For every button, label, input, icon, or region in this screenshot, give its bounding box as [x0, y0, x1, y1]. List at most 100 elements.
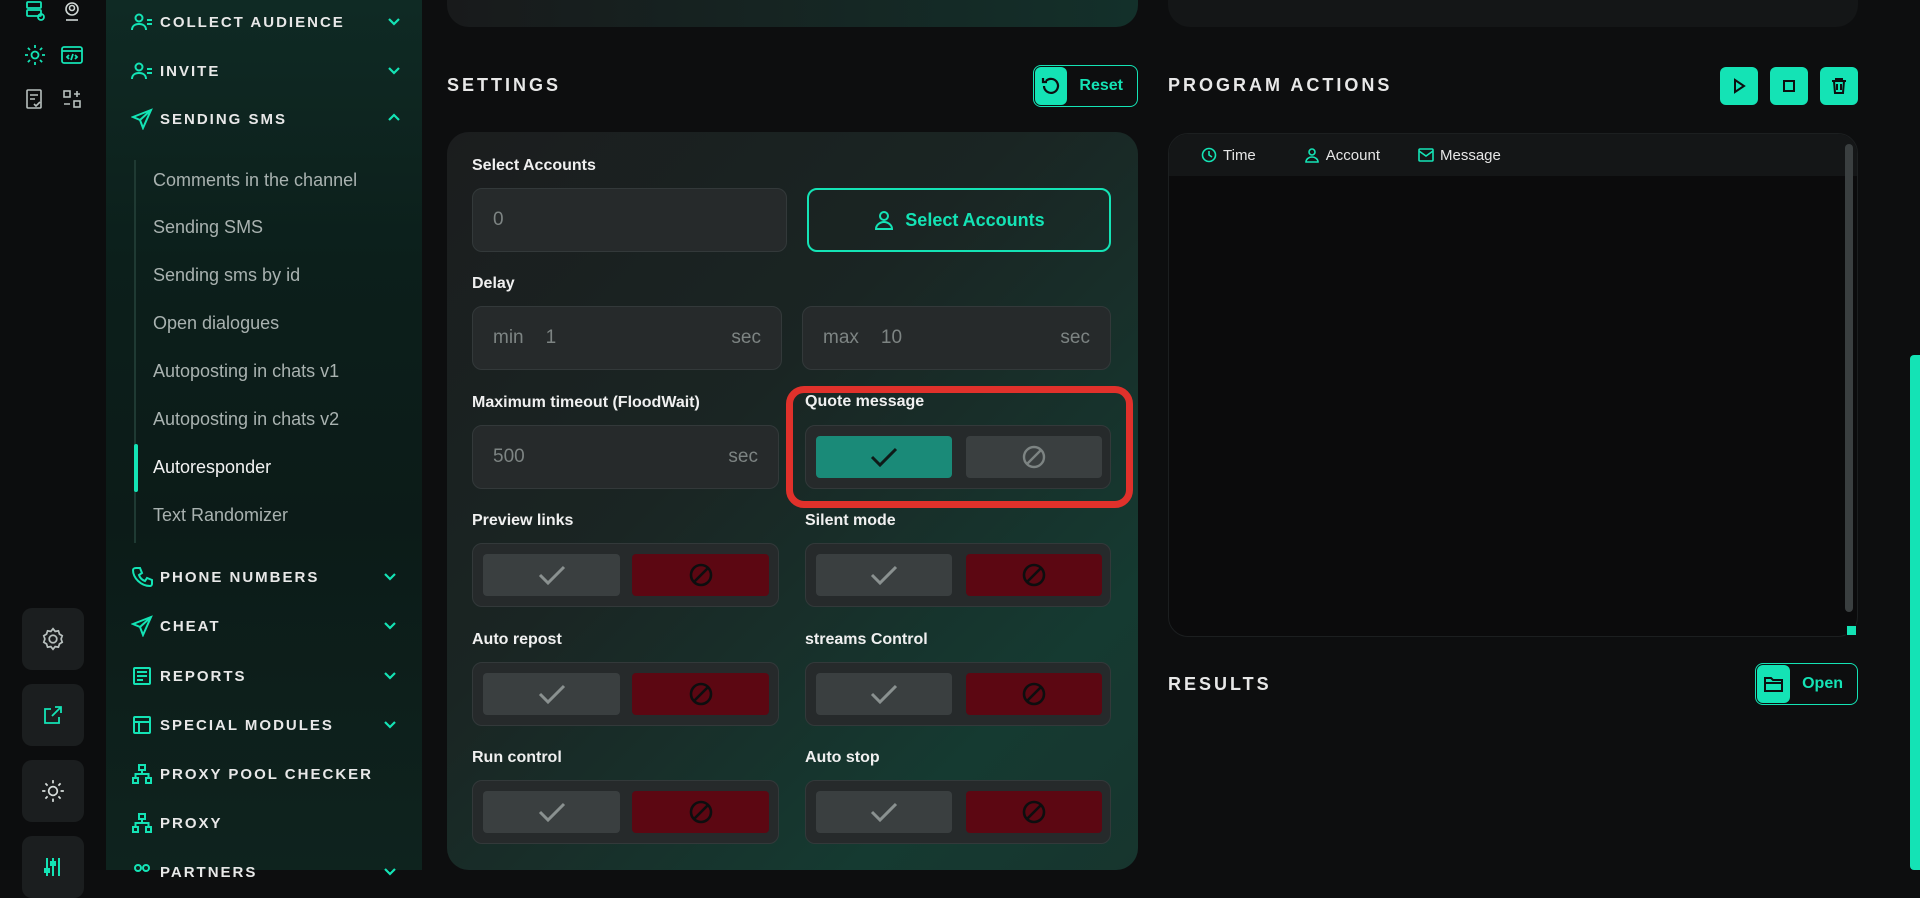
nav-phone-numbers[interactable]: PHONE NUMBERS — [130, 562, 398, 592]
external-link-button[interactable] — [22, 684, 84, 746]
preview-links-label: Preview links — [472, 512, 574, 529]
check-icon — [870, 802, 898, 823]
resize-handle-icon[interactable] — [1846, 625, 1857, 636]
subnav-autoposting-v2[interactable]: Autoposting in chats v2 — [153, 404, 339, 434]
ban-icon — [1022, 800, 1046, 824]
auto-repost-toggle — [472, 662, 779, 726]
open-results-button[interactable]: Open — [1755, 663, 1858, 705]
settings-title: SETTINGS — [447, 75, 562, 95]
delay-max-field[interactable]: max 10 sec — [802, 306, 1111, 370]
reset-button[interactable]: Reset — [1033, 65, 1138, 107]
play-button[interactable] — [1720, 67, 1758, 105]
preview-links-yes-button[interactable] — [483, 554, 620, 596]
check-icon — [870, 447, 898, 468]
settings-button[interactable] — [22, 608, 84, 670]
nav-proxy[interactable]: PROXY — [130, 808, 398, 838]
subnav-comments-in-channel[interactable]: Comments in the channel — [153, 165, 357, 195]
column-message[interactable]: Message — [1418, 147, 1501, 164]
delay-max-prefix: max — [823, 327, 859, 348]
delay-min-unit: sec — [731, 327, 761, 348]
program-actions-panel: Time Account Message — [1168, 133, 1858, 637]
nav-label: PROXY — [160, 814, 223, 832]
trash-icon — [1832, 78, 1846, 94]
auto-stop-toggle — [805, 780, 1111, 844]
select-accounts-label: Select Accounts — [472, 157, 596, 174]
gear-icon — [42, 627, 64, 651]
sliders-icon — [44, 858, 60, 876]
database-icon[interactable] — [20, 0, 50, 26]
auto-stop-label: Auto stop — [805, 749, 880, 766]
nav-special-modules[interactable]: SPECIAL MODULES — [130, 710, 398, 740]
subnav-autoposting-v1[interactable]: Autoposting in chats v1 — [153, 356, 339, 386]
top-panel-left — [447, 0, 1138, 27]
subnav-autoresponder[interactable]: Autoresponder — [153, 452, 271, 482]
nav-cheat[interactable]: CHEAT — [130, 611, 398, 641]
nav-collect-audience[interactable]: COLLECT AUDIENCE — [130, 7, 402, 37]
network-icon — [130, 762, 154, 786]
timeout-unit: sec — [728, 446, 758, 467]
stop-button[interactable] — [1770, 67, 1808, 105]
delay-max-value: 10 — [880, 327, 903, 348]
subnav-text-randomizer[interactable]: Text Randomizer — [153, 500, 288, 530]
auto-repost-no-button[interactable] — [632, 673, 769, 715]
task-list-icon[interactable] — [20, 84, 50, 114]
reset-icon — [1035, 67, 1068, 105]
auto-repost-yes-button[interactable] — [483, 673, 620, 715]
users-icon — [130, 59, 154, 83]
external-link-icon — [44, 706, 62, 724]
streams-control-yes-button[interactable] — [816, 673, 952, 715]
column-time[interactable]: Time — [1201, 147, 1256, 164]
preview-links-no-button[interactable] — [632, 554, 769, 596]
check-icon — [538, 565, 565, 586]
nav-partners[interactable]: PARTNERS — [130, 857, 398, 887]
active-indicator — [134, 444, 138, 492]
run-control-yes-button[interactable] — [483, 791, 620, 833]
delay-max-unit: sec — [1060, 327, 1090, 348]
ban-icon — [1022, 445, 1046, 469]
reset-label: Reset — [1079, 77, 1123, 94]
delay-min-value: 1 — [545, 327, 557, 348]
page-scrollbar[interactable] — [1910, 355, 1920, 870]
code-window-icon[interactable] — [57, 40, 87, 70]
nav-proxy-pool-checker[interactable]: PROXY POOL CHECKER — [130, 759, 398, 789]
subnav-sending-sms-by-id[interactable]: Sending sms by id — [153, 260, 300, 290]
timeout-field[interactable]: 500 sec — [472, 425, 779, 489]
auto-stop-no-button[interactable] — [966, 791, 1102, 833]
select-accounts-button[interactable]: Select Accounts — [807, 188, 1111, 252]
theme-toggle-button[interactable] — [22, 760, 84, 822]
delay-label: Delay — [472, 275, 515, 292]
chevron-down-icon — [384, 868, 396, 876]
silent-mode-no-button[interactable] — [966, 554, 1102, 596]
run-control-no-button[interactable] — [632, 791, 769, 833]
actions-scrollbar[interactable] — [1845, 144, 1853, 612]
quote-yes-button[interactable] — [816, 436, 952, 478]
sliders-button[interactable] — [22, 836, 84, 898]
nav-reports[interactable]: REPORTS — [130, 661, 398, 691]
quote-message-toggle — [805, 425, 1111, 489]
delay-min-field[interactable]: min 1 sec — [472, 306, 782, 370]
accounts-count-field[interactable]: 0 — [472, 188, 787, 252]
column-account[interactable]: Account — [1304, 147, 1380, 164]
user-circle-icon[interactable] — [57, 0, 87, 26]
actions-table-header: Time Account Message — [1169, 134, 1857, 176]
nav-invite[interactable]: INVITE — [130, 56, 402, 86]
gear-icon[interactable] — [20, 40, 50, 70]
nav-label: COLLECT AUDIENCE — [160, 13, 345, 31]
quote-no-button[interactable] — [966, 436, 1102, 478]
grid-swap-icon[interactable] — [57, 84, 87, 114]
timeout-label: Maximum timeout (FloodWait) — [472, 394, 700, 411]
subnav-open-dialogues[interactable]: Open dialogues — [153, 308, 279, 338]
delete-button[interactable] — [1820, 67, 1858, 105]
auto-stop-yes-button[interactable] — [816, 791, 952, 833]
send-icon — [130, 614, 154, 638]
nav-label: PHONE NUMBERS — [160, 568, 320, 586]
nav-sending-sms[interactable]: SENDING SMS — [130, 104, 402, 134]
silent-mode-yes-button[interactable] — [816, 554, 952, 596]
chevron-up-icon — [388, 113, 400, 121]
check-icon — [538, 802, 565, 823]
run-control-toggle — [472, 780, 779, 844]
check-icon — [538, 684, 565, 705]
streams-control-no-button[interactable] — [966, 673, 1102, 715]
subnav-sending-sms[interactable]: Sending SMS — [153, 212, 263, 242]
ban-icon — [689, 682, 712, 706]
